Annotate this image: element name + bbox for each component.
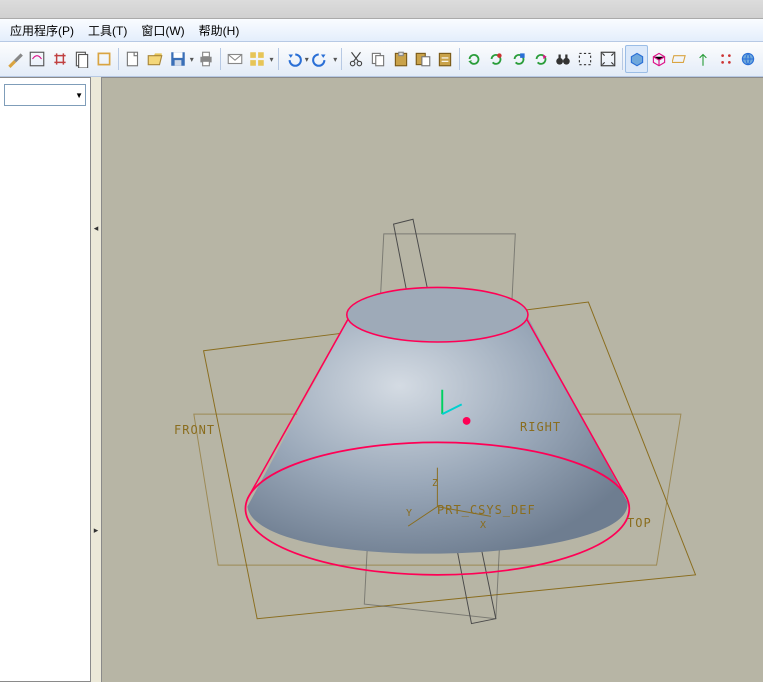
display-axis-icon[interactable] — [692, 45, 714, 73]
page-icon[interactable] — [71, 45, 93, 73]
csys-y: Y — [406, 508, 413, 519]
print-icon[interactable] — [195, 45, 217, 73]
save-icon[interactable] — [166, 45, 188, 73]
refresh1-icon[interactable] — [463, 45, 485, 73]
separator — [459, 48, 460, 70]
undo-dropdown[interactable]: ▾ — [304, 55, 310, 64]
menu-window[interactable]: 窗口(W) — [135, 20, 190, 41]
mail-icon[interactable] — [224, 45, 246, 73]
graphics-viewport[interactable]: FRONT RIGHT TOP PRT_CSYS_DEF X Y Z — [102, 77, 763, 682]
separator — [341, 48, 342, 70]
datum-label-top: TOP — [627, 516, 652, 530]
refresh2-icon[interactable] — [485, 45, 507, 73]
sketch-icon[interactable] — [26, 45, 48, 73]
display-point-icon[interactable] — [714, 45, 736, 73]
grid-dropdown[interactable]: ▾ — [268, 55, 274, 64]
hash-icon[interactable] — [48, 45, 70, 73]
render-mode-icon[interactable] — [625, 45, 647, 73]
refresh3-icon[interactable] — [508, 45, 530, 73]
collapse-left-icon[interactable]: ◂ — [94, 223, 99, 234]
brush-icon[interactable] — [4, 45, 26, 73]
csys-label: PRT_CSYS_DEF — [437, 503, 536, 517]
chevron-down-icon: ▼ — [75, 91, 83, 100]
refresh4-icon[interactable] — [530, 45, 552, 73]
separator — [220, 48, 221, 70]
select-rect-icon[interactable] — [574, 45, 596, 73]
clipboard-icon[interactable] — [434, 45, 456, 73]
display-plane-icon[interactable] — [670, 45, 692, 73]
paste-special-icon[interactable] — [412, 45, 434, 73]
fit-icon[interactable] — [596, 45, 618, 73]
globe-icon[interactable] — [737, 45, 759, 73]
wireframe-icon[interactable] — [648, 45, 670, 73]
paste-icon[interactable] — [390, 45, 412, 73]
menu-help[interactable]: 帮助(H) — [193, 20, 246, 41]
box-icon[interactable] — [93, 45, 115, 73]
toolbar: ▾ ▾ ▾ ▾ — [0, 42, 763, 77]
save-dropdown[interactable]: ▾ — [189, 55, 195, 64]
copy-icon[interactable] — [367, 45, 389, 73]
new-file-icon[interactable] — [122, 45, 144, 73]
grid-icon[interactable] — [246, 45, 268, 73]
datum-label-right: RIGHT — [520, 420, 561, 434]
csys-x: X — [480, 520, 487, 531]
redo-dropdown[interactable]: ▾ — [332, 55, 338, 64]
title-bar — [0, 0, 763, 19]
redo-icon[interactable] — [310, 45, 332, 73]
cut-icon[interactable] — [345, 45, 367, 73]
separator — [622, 48, 623, 70]
csys-z: Z — [432, 478, 439, 489]
collapse-right-icon[interactable]: ▸ — [94, 525, 99, 536]
menu-tools[interactable]: 工具(T) — [82, 20, 133, 41]
menu-app[interactable]: 应用程序(P) — [4, 20, 80, 41]
open-file-icon[interactable] — [144, 45, 166, 73]
menu-bar: 应用程序(P) 工具(T) 窗口(W) 帮助(H) — [0, 19, 763, 42]
separator — [118, 48, 119, 70]
panel-splitter[interactable]: ◂ ▸ — [91, 77, 102, 682]
separator — [278, 48, 279, 70]
datum-planes — [102, 78, 763, 682]
datum-label-front: FRONT — [174, 423, 215, 437]
undo-icon[interactable] — [281, 45, 303, 73]
binoculars-icon[interactable] — [552, 45, 574, 73]
content-area: ▼ ◂ ▸ — [0, 77, 763, 682]
model-tree-panel: ▼ — [0, 77, 91, 682]
tree-filter-combo[interactable]: ▼ — [4, 84, 86, 106]
